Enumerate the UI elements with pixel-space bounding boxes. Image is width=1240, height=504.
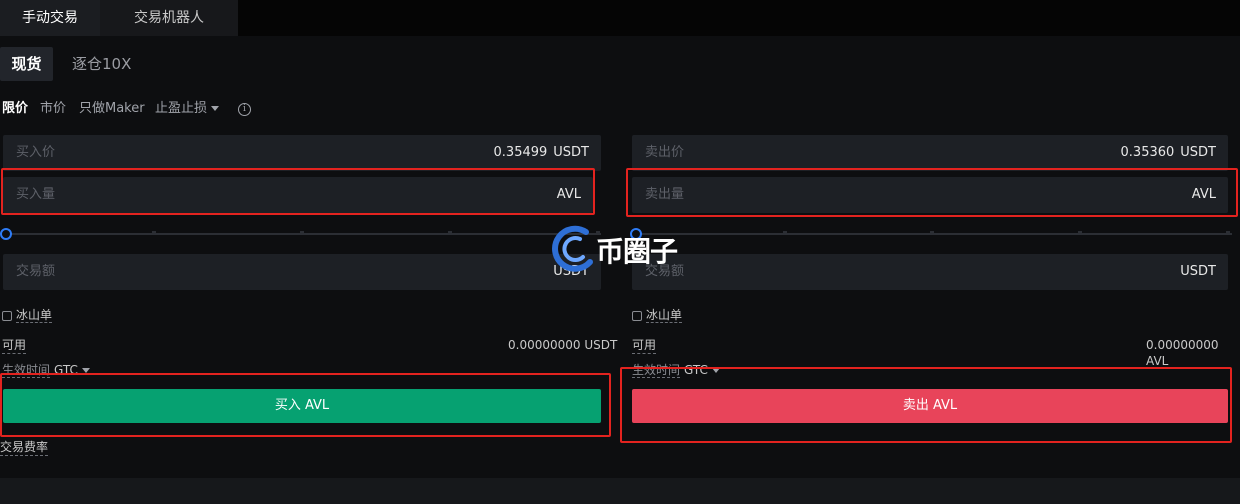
- order-type-maker-only[interactable]: 只做Maker: [79, 100, 145, 118]
- slider-handle[interactable]: [0, 228, 12, 240]
- watermark-logo-icon: [552, 225, 593, 272]
- sell-iceberg-checkbox[interactable]: 冰山单: [632, 307, 683, 323]
- sell-iceberg-label: 冰山单: [646, 308, 683, 323]
- watermark-text: 币圈子: [596, 235, 678, 268]
- checkbox-box[interactable]: [2, 310, 12, 321]
- sell-price-input[interactable]: 卖出价 0.35360 USDT: [632, 135, 1228, 171]
- sell-amount-highlight: [626, 168, 1238, 217]
- buy-price-input[interactable]: 买入价 0.35499 USDT: [3, 135, 601, 171]
- buy-button-highlight: [0, 373, 611, 437]
- slider-tick: [152, 231, 156, 235]
- tab-manual-trading[interactable]: 手动交易: [0, 0, 100, 36]
- sell-button-highlight: [620, 367, 1232, 443]
- sell-price-value-group: 0.35360 USDT: [1121, 135, 1216, 171]
- order-type-tp-sl-label: 止盈止损: [155, 101, 208, 116]
- buy-price-placeholder: 买入价: [16, 145, 56, 160]
- footer-bar: [0, 478, 1240, 504]
- watermark: 币圈子: [546, 224, 696, 272]
- checkbox-box[interactable]: [632, 310, 642, 321]
- slider-tick: [1226, 231, 1230, 235]
- sell-available-value: 0.00000000 AVL: [1146, 338, 1219, 368]
- slider-tick: [1078, 231, 1082, 235]
- sell-total-input[interactable]: 交易额 USDT: [632, 254, 1228, 290]
- buy-total-placeholder: 交易额: [16, 264, 56, 279]
- buy-price-value: 0.35499: [493, 145, 548, 160]
- buy-amount-highlight: [1, 168, 595, 215]
- slider-tick: [448, 231, 452, 235]
- tab-spot[interactable]: 现货: [0, 47, 53, 81]
- sell-price-placeholder: 卖出价: [645, 145, 685, 160]
- order-type-limit[interactable]: 限价: [2, 100, 28, 118]
- tab-isolated-margin[interactable]: 逐仓10X: [72, 47, 131, 81]
- buy-available-value: 0.00000000 USDT: [508, 338, 618, 352]
- buy-total-input[interactable]: 交易额 USDT: [3, 254, 601, 290]
- sell-available-label: 可用: [632, 338, 657, 354]
- order-type-tp-sl-dropdown[interactable]: 止盈止损: [155, 100, 220, 118]
- buy-price-value-group: 0.35499 USDT: [494, 135, 589, 171]
- slider-tick: [930, 231, 934, 235]
- buy-iceberg-checkbox[interactable]: 冰山单: [2, 307, 53, 323]
- sell-price-unit: USDT: [1180, 145, 1216, 160]
- buy-amount-slider[interactable]: [0, 228, 601, 240]
- buy-available-label: 可用: [2, 338, 27, 354]
- sell-price-value: 0.35360: [1120, 145, 1175, 160]
- slider-tick: [783, 231, 787, 235]
- slider-track: [636, 233, 1232, 235]
- buy-iceberg-label: 冰山单: [16, 308, 53, 323]
- chevron-down-icon: [211, 106, 220, 111]
- tab-trading-bot[interactable]: 交易机器人: [100, 0, 238, 36]
- trading-fee-link[interactable]: 交易费率: [0, 439, 49, 456]
- sell-total-unit: USDT: [1180, 264, 1216, 279]
- sell-amount-slider[interactable]: [630, 228, 1232, 240]
- slider-tick: [300, 231, 304, 235]
- buy-price-unit: USDT: [553, 145, 589, 160]
- info-icon[interactable]: i: [238, 103, 251, 116]
- order-type-market[interactable]: 市价: [40, 100, 66, 118]
